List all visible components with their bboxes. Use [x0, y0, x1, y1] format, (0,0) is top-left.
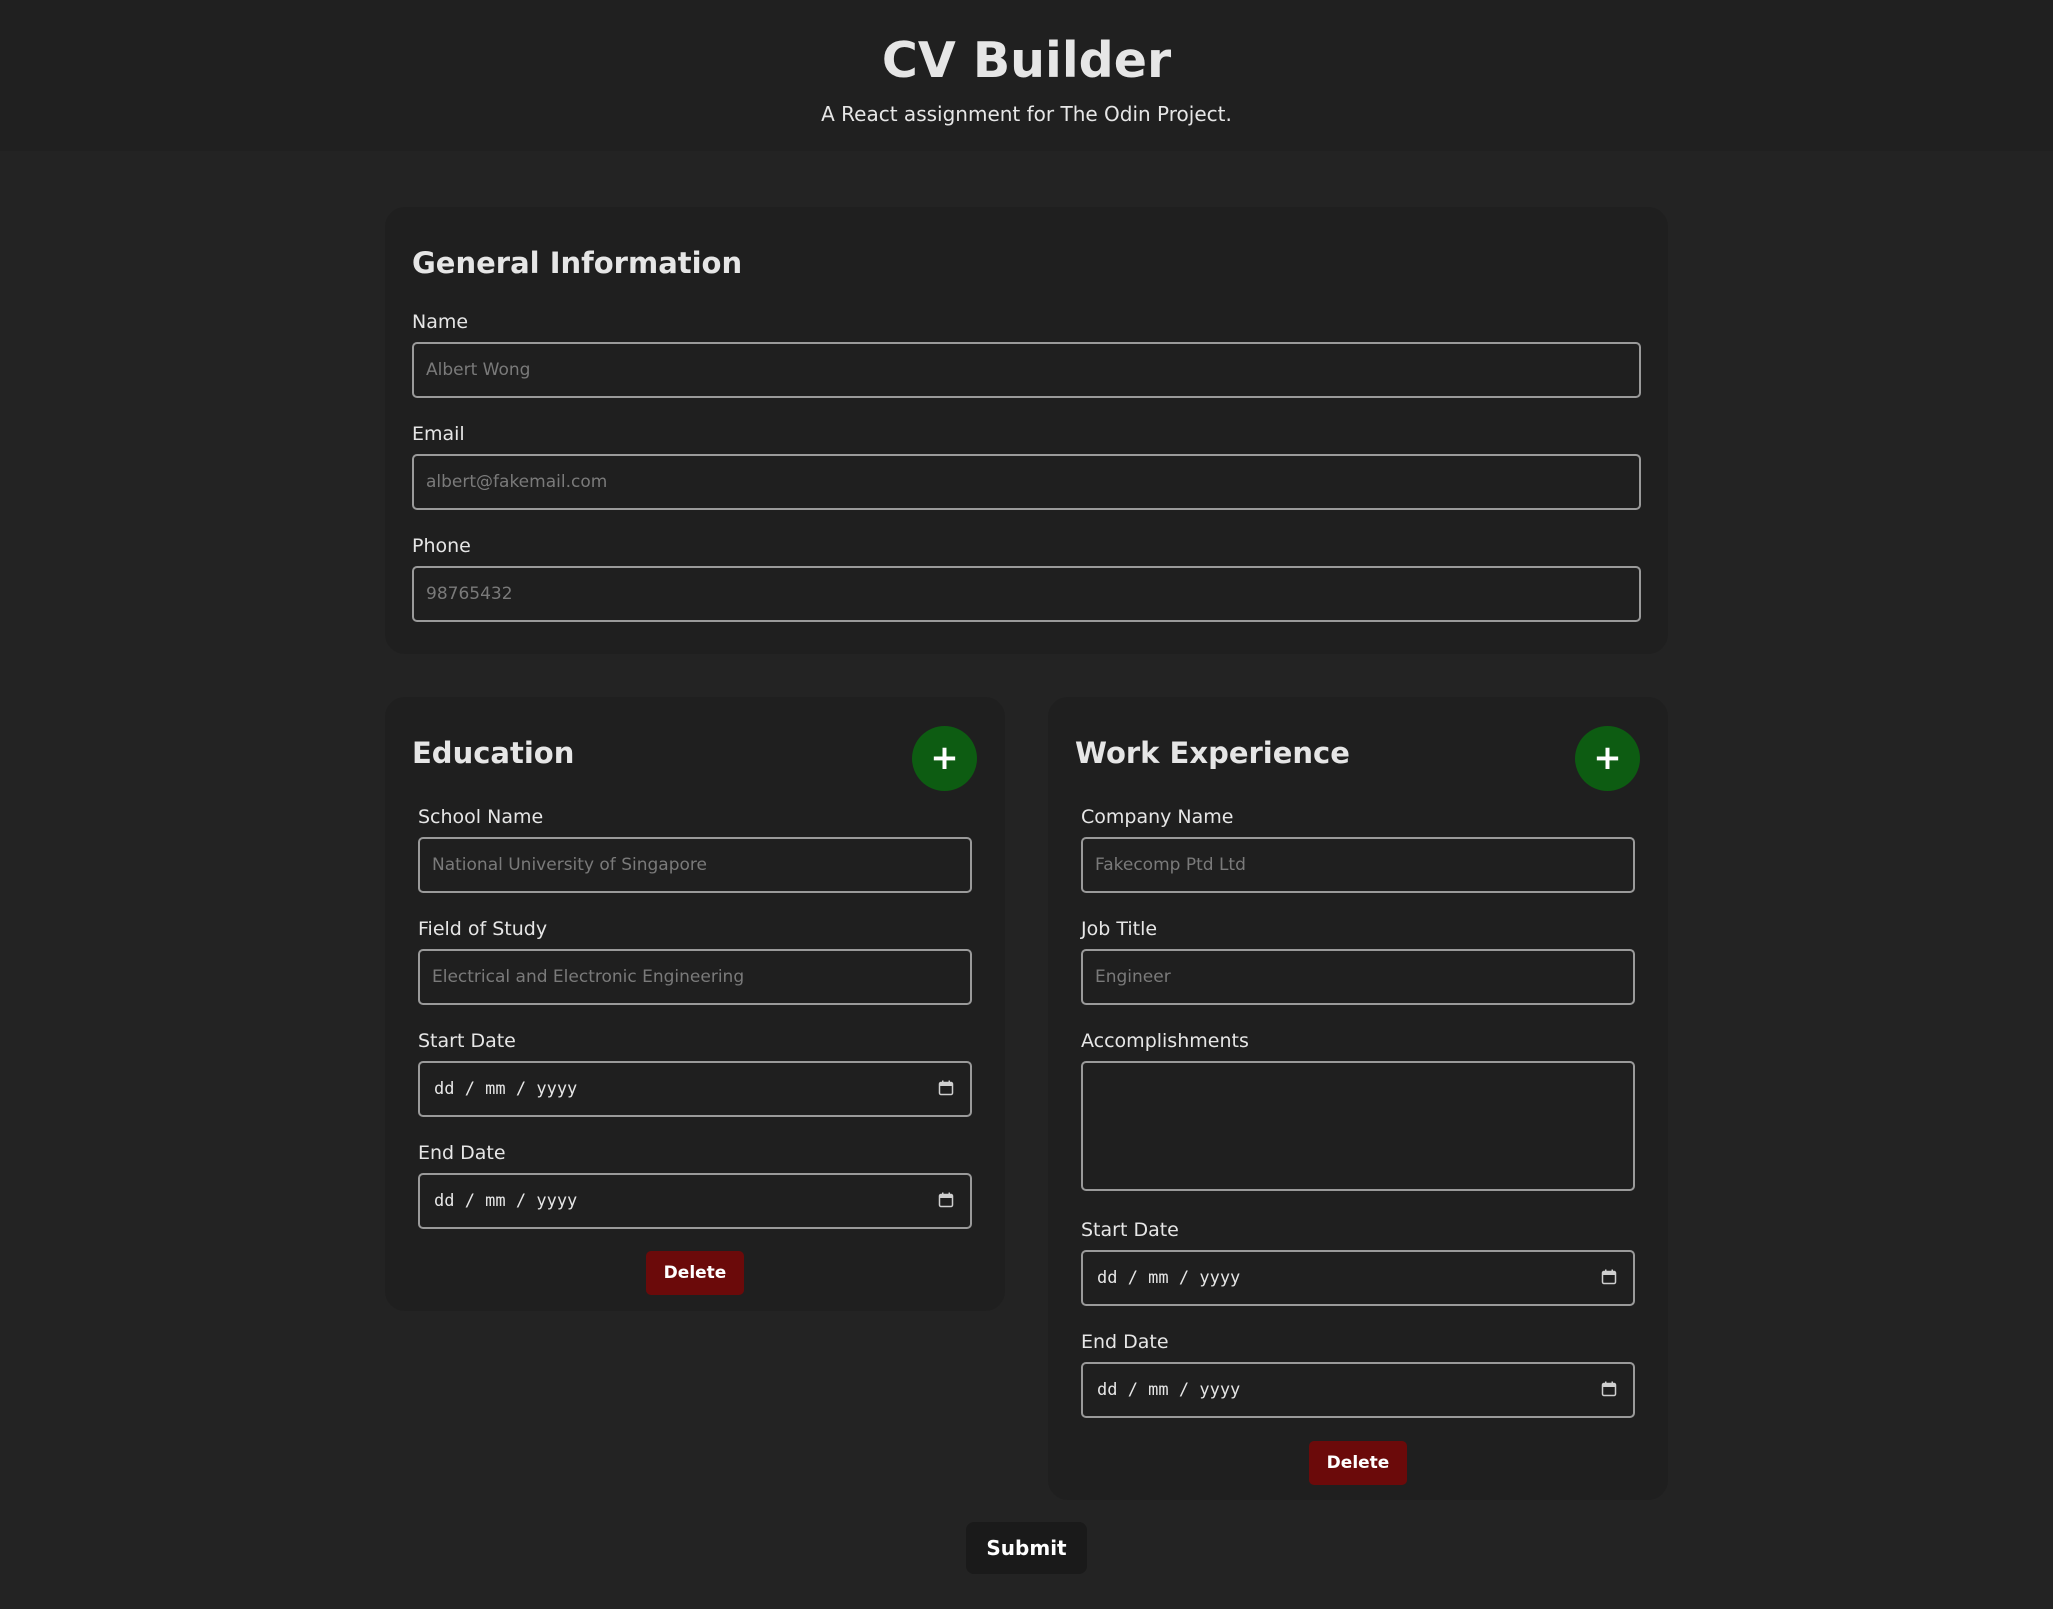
- calendar-icon[interactable]: [938, 1192, 954, 1208]
- calendar-icon[interactable]: [1601, 1269, 1617, 1285]
- name-label: Name: [412, 311, 469, 333]
- work-start-date-input[interactable]: dd / mm / yyyy: [1081, 1250, 1635, 1306]
- work-end-date-input[interactable]: dd / mm / yyyy: [1081, 1362, 1635, 1418]
- delete-work-experience-button[interactable]: Delete: [1309, 1441, 1407, 1485]
- school-name-input[interactable]: [418, 837, 972, 893]
- phone-label: Phone: [412, 535, 471, 557]
- calendar-icon[interactable]: [1601, 1381, 1617, 1397]
- school-name-label: School Name: [418, 806, 544, 828]
- email-input[interactable]: [412, 454, 1641, 510]
- education-card: Education + School Name Field of Study S…: [385, 697, 1005, 1311]
- field-of-study-label: Field of Study: [418, 918, 548, 940]
- education-end-date-label: End Date: [418, 1142, 506, 1164]
- education-start-date-label: Start Date: [418, 1030, 516, 1052]
- general-information-card: General Information Name Email Phone: [385, 207, 1668, 654]
- education-end-date-input[interactable]: dd / mm / yyyy: [418, 1173, 972, 1229]
- app-header: CV Builder A React assignment for The Od…: [0, 0, 2053, 151]
- add-education-button[interactable]: +: [912, 726, 977, 791]
- email-label: Email: [412, 423, 465, 445]
- date-format-text: dd / mm / yyyy: [434, 1191, 578, 1211]
- company-name-label: Company Name: [1081, 806, 1234, 828]
- date-format-text: dd / mm / yyyy: [1097, 1268, 1241, 1288]
- work-end-date-label: End Date: [1081, 1331, 1169, 1353]
- app-title: CV Builder: [881, 32, 1172, 89]
- education-title: Education: [412, 736, 575, 770]
- field-of-study-input[interactable]: [418, 949, 972, 1005]
- page: CV Builder A React assignment for The Od…: [0, 0, 2053, 1609]
- work-experience-card: Work Experience + Company Name Job Title…: [1048, 697, 1668, 1500]
- delete-education-button[interactable]: Delete: [646, 1251, 744, 1295]
- work-start-date-label: Start Date: [1081, 1219, 1179, 1241]
- work-experience-title: Work Experience: [1075, 736, 1350, 770]
- name-input[interactable]: [412, 342, 1641, 398]
- general-information-title: General Information: [412, 246, 743, 280]
- accomplishments-textarea[interactable]: [1081, 1061, 1635, 1191]
- job-title-label: Job Title: [1081, 918, 1158, 940]
- accomplishments-label: Accomplishments: [1081, 1030, 1249, 1052]
- company-name-input[interactable]: [1081, 837, 1635, 893]
- date-format-text: dd / mm / yyyy: [1097, 1380, 1241, 1400]
- phone-input[interactable]: [412, 566, 1641, 622]
- date-format-text: dd / mm / yyyy: [434, 1079, 578, 1099]
- education-start-date-input[interactable]: dd / mm / yyyy: [418, 1061, 972, 1117]
- submit-button[interactable]: Submit: [966, 1522, 1087, 1574]
- add-work-experience-button[interactable]: +: [1575, 726, 1640, 791]
- app-subtitle: A React assignment for The Odin Project.: [821, 102, 1232, 126]
- job-title-input[interactable]: [1081, 949, 1635, 1005]
- calendar-icon[interactable]: [938, 1080, 954, 1096]
